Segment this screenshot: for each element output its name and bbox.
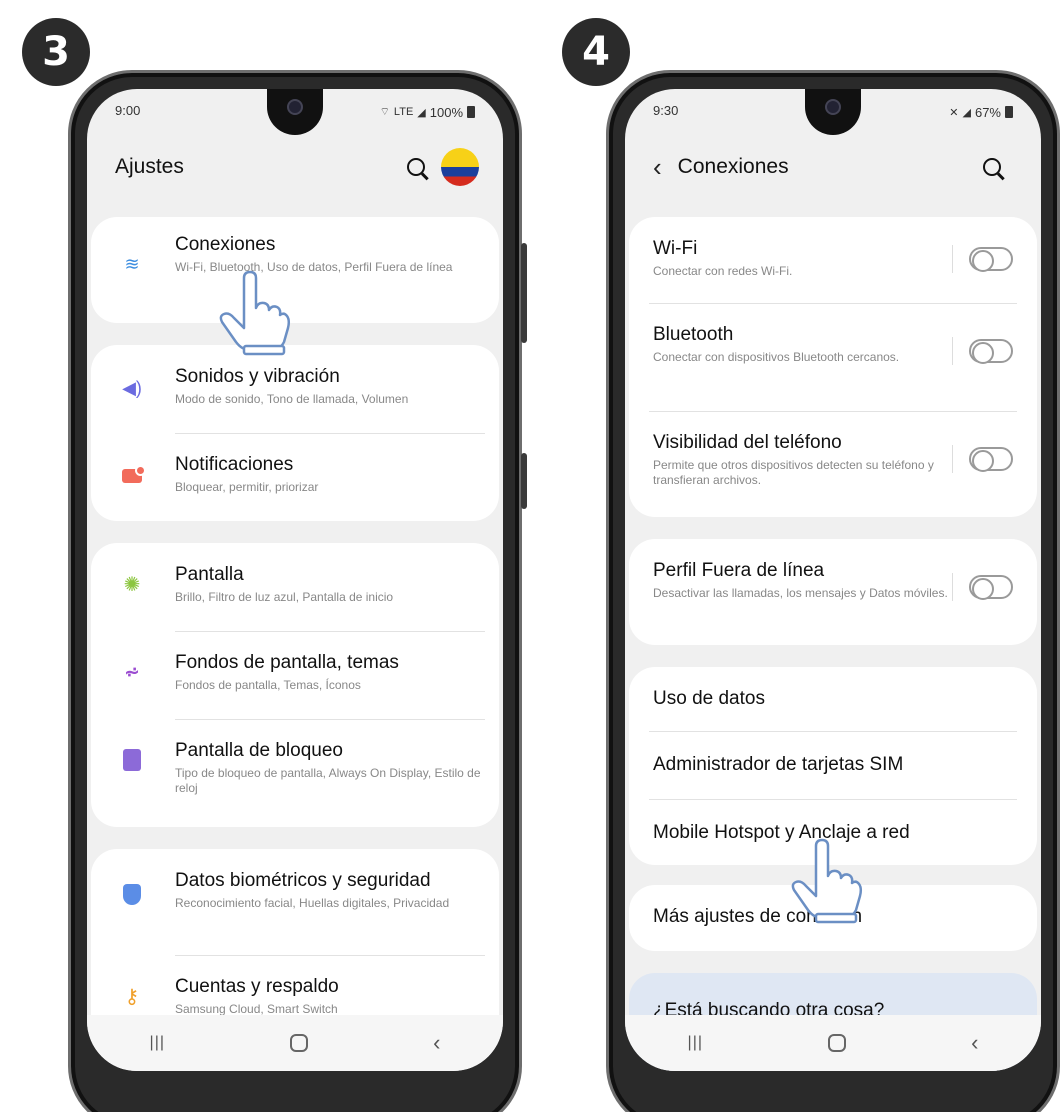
camera-notch xyxy=(805,89,861,135)
step-badge-3: 3 xyxy=(22,18,90,86)
wifi-toggle[interactable] xyxy=(969,247,1013,272)
connections-toggle-group: Wi-Fi Conectar con redes Wi-Fi. Bluetoot… xyxy=(629,217,1037,517)
power-button xyxy=(521,453,527,509)
item-title: Fondos de pantalla, temas xyxy=(175,652,399,673)
item-title: Cuentas y respaldo xyxy=(175,976,339,997)
app-bar: Ajustes xyxy=(115,148,479,186)
home-icon[interactable] xyxy=(290,1034,309,1052)
item-title: Datos biométricos y seguridad xyxy=(175,870,431,891)
back-icon[interactable]: ‹ xyxy=(971,1030,978,1056)
screen-left: 9:00 ⌔ LTE ◢ 100% Ajustes ≋ Conexiones W… xyxy=(87,89,503,1071)
home-icon[interactable] xyxy=(828,1034,847,1052)
offline-profile-group: Perfil Fuera de línea Desactivar las lla… xyxy=(629,539,1037,645)
item-title: Pantalla de bloqueo xyxy=(175,740,343,761)
item-subtitle: Conectar con redes Wi-Fi. xyxy=(653,264,793,278)
divider xyxy=(175,433,485,434)
lte-icon: LTE xyxy=(393,106,414,118)
shield-icon xyxy=(123,883,141,905)
wifi-icon: ≋ xyxy=(124,253,140,274)
search-icon[interactable] xyxy=(407,158,425,176)
status-time: 9:30 xyxy=(653,103,679,118)
item-title: Conexiones xyxy=(175,234,276,255)
back-icon[interactable]: ‹ xyxy=(433,1030,440,1056)
item-title: Perfil Fuera de línea xyxy=(653,560,825,581)
item-subtitle: Tipo de bloqueo de pantalla, Always On D… xyxy=(175,766,481,795)
notification-icon xyxy=(122,465,146,483)
item-title: Uso de datos xyxy=(653,688,765,709)
item-title: Wi-Fi xyxy=(653,238,698,259)
battery-percent: 100% xyxy=(429,104,463,120)
item-title: Pantalla xyxy=(175,564,244,585)
recent-apps-icon[interactable]: ||| xyxy=(688,1034,703,1052)
setting-wifi[interactable]: Wi-Fi Conectar con redes Wi-Fi. xyxy=(629,237,1037,297)
offline-toggle[interactable] xyxy=(969,575,1013,600)
item-subtitle: Modo de sonido, Tono de llamada, Volumen xyxy=(175,392,409,406)
item-title: Notificaciones xyxy=(175,454,294,475)
lock-screen-icon xyxy=(123,749,141,771)
battery-percent: 67% xyxy=(974,104,1001,120)
signal-icon: ◢ xyxy=(417,106,426,119)
item-title: Sonidos y vibración xyxy=(175,366,340,387)
back-arrow-icon[interactable]: ‹ xyxy=(653,154,662,180)
divider xyxy=(649,731,1017,732)
sound-icon: ◀) xyxy=(122,377,142,398)
settings-group-connections: ≋ Conexiones Wi-Fi, Bluetooth, Uso de da… xyxy=(91,217,499,323)
signal-icon: ◢ xyxy=(962,106,971,119)
phone-frame-right: 9:30 ✕ ◢ 67% ‹ Conexiones Wi-Fi Conectar… xyxy=(606,70,1060,1112)
wifi-signal-icon: ⌔ xyxy=(379,106,390,118)
recent-apps-icon[interactable]: ||| xyxy=(150,1034,165,1052)
item-title: Visibilidad del teléfono xyxy=(653,432,842,453)
settings-group-display: ✺ Pantalla Brillo, Filtro de luz azul, P… xyxy=(91,543,499,827)
item-subtitle: Reconocimiento facial, Huellas digitales… xyxy=(175,896,450,910)
setting-bluetooth[interactable]: Bluetooth Conectar con dispositivos Blue… xyxy=(629,323,1037,383)
divider xyxy=(649,411,1017,412)
wallpaper-icon: ⩫ xyxy=(124,661,140,682)
visibility-toggle[interactable] xyxy=(969,447,1013,472)
camera-notch xyxy=(267,89,323,135)
battery-icon xyxy=(467,106,475,118)
setting-visibilidad[interactable]: Visibilidad del teléfono Permite que otr… xyxy=(629,431,1037,491)
bluetooth-toggle[interactable] xyxy=(969,339,1013,364)
app-bar: ‹ Conexiones xyxy=(653,149,1017,185)
item-subtitle: Desactivar las llamadas, los mensajes y … xyxy=(653,586,948,600)
pointing-hand-icon xyxy=(791,838,863,924)
item-subtitle: Brillo, Filtro de luz azul, Pantalla de … xyxy=(175,590,394,604)
pointing-hand-icon xyxy=(219,270,291,356)
item-subtitle: Conectar con dispositivos Bluetooth cerc… xyxy=(653,350,900,364)
divider xyxy=(175,955,485,956)
page-title: Ajustes xyxy=(115,155,184,178)
phone-frame-left: 9:00 ⌔ LTE ◢ 100% Ajustes ≋ Conexiones W… xyxy=(68,70,527,1112)
navigation-bar: ||| ‹ xyxy=(625,1015,1041,1071)
item-title: Bluetooth xyxy=(653,324,734,345)
divider xyxy=(175,719,485,720)
divider xyxy=(649,799,1017,800)
battery-icon xyxy=(1005,106,1013,118)
divider xyxy=(175,631,485,632)
settings-group-sound: ◀) Sonidos y vibración Modo de sonido, T… xyxy=(91,345,499,521)
display-icon: ✺ xyxy=(123,573,141,596)
key-icon: ⚷ xyxy=(124,985,140,1008)
item-subtitle: Bloquear, permitir, priorizar xyxy=(175,480,319,494)
status-time: 9:00 xyxy=(115,103,141,118)
item-subtitle: Permite que otros dispositivos detecten … xyxy=(653,458,934,487)
divider xyxy=(649,303,1017,304)
item-subtitle: Fondos de pantalla, Temas, Íconos xyxy=(175,678,361,692)
mute-icon: ✕ xyxy=(949,106,959,119)
page-title: Conexiones xyxy=(677,155,789,178)
step-badge-4: 4 xyxy=(562,18,630,86)
search-icon[interactable] xyxy=(983,158,1001,176)
setting-perfil-fuera-de-linea[interactable]: Perfil Fuera de línea Desactivar las lla… xyxy=(629,559,1037,619)
avatar[interactable] xyxy=(441,148,479,186)
connections-links-group: Uso de datos Administrador de tarjetas S… xyxy=(629,667,1037,865)
navigation-bar: ||| ‹ xyxy=(87,1015,503,1071)
item-title: Administrador de tarjetas SIM xyxy=(653,754,904,775)
volume-button xyxy=(521,243,527,343)
